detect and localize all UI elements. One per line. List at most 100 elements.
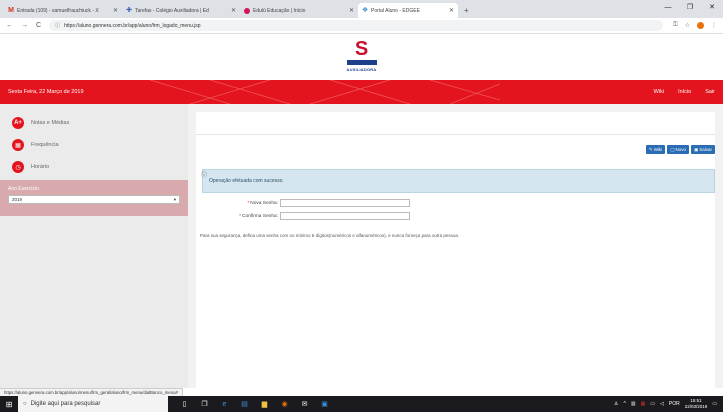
forward-icon[interactable]: →: [21, 22, 28, 29]
main-content: ✎ Wiki ▢ Novo ▣ Salvar ⓘ Operação efetua…: [188, 104, 723, 388]
minimize-icon[interactable]: —: [657, 0, 679, 18]
year-value: 2019: [12, 197, 23, 202]
inicio-link[interactable]: Início: [678, 89, 691, 95]
battery-icon[interactable]: ▭: [650, 401, 655, 407]
network-icon[interactable]: ▥: [631, 401, 636, 407]
system-tray: ♙ ^ ▥ ▦ ▭ ◁ POR 15:51 22/03/2019 ▭: [614, 398, 723, 410]
alert-message: Operação efetuada com sucesso.: [209, 178, 284, 184]
wiki-button[interactable]: ✎ Wiki: [645, 145, 666, 154]
confirm-password-row: *Confirma Senha:: [216, 212, 410, 220]
close-icon[interactable]: ✕: [349, 7, 354, 14]
volume-icon[interactable]: ◁: [660, 401, 664, 407]
tab-label: Edulú Educação | Início: [253, 7, 306, 14]
chrome-icon[interactable]: ◉: [280, 400, 289, 408]
tab-tarefas[interactable]: ✚ Tarefas - Colégio Auxiliadora | Ed ✕: [122, 3, 240, 18]
confirm-password-field[interactable]: [280, 212, 410, 220]
store-icon[interactable]: ▤: [240, 400, 249, 408]
school-logo: S AUXILIADORA: [342, 39, 382, 75]
profile-avatar[interactable]: [697, 22, 704, 29]
header-bar: Sexta Feira, 22 Março de 2019 Wiki Iníci…: [0, 80, 723, 104]
novo-button-label: Novo: [675, 147, 686, 152]
grades-icon: A+: [12, 117, 24, 129]
chevron-up-icon[interactable]: ^: [623, 401, 625, 407]
photos-icon[interactable]: ▣: [320, 400, 329, 408]
antivirus-icon[interactable]: ▦: [641, 401, 646, 407]
browser-tab-bar: M Entrada (109) - samuelfrauchiuck - X ✕…: [0, 0, 723, 18]
year-box: Ano Exercício 2019 ▾: [0, 180, 188, 216]
new-password-row: *Nova Senha:: [216, 199, 410, 207]
tab-edulu[interactable]: Edulú Educação | Início ✕: [240, 3, 358, 18]
tab-label: Tarefas - Colégio Auxiliadora | Ed: [135, 7, 209, 14]
windows-start-icon[interactable]: ⊞: [0, 396, 18, 412]
menu-icon[interactable]: ⋮: [711, 22, 717, 29]
taskbar-apps: ▯ ❐ e ▤ ▆ ◉ ✉ ▣: [180, 400, 329, 409]
wiki-button-label: Wiki: [653, 147, 663, 152]
salvar-button[interactable]: ▣ Salvar: [690, 145, 715, 154]
close-icon[interactable]: ✕: [231, 7, 236, 14]
close-window-icon[interactable]: ✕: [701, 0, 723, 18]
sidebar-item-notas[interactable]: A+ Notas e Médias: [0, 112, 188, 134]
new-document-icon: ▢: [670, 146, 675, 152]
info-icon: ⓘ: [201, 173, 208, 179]
sidebar-item-label: Notas e Médias: [31, 120, 70, 126]
reload-icon[interactable]: C: [36, 22, 41, 29]
wiki-icon: ✎: [648, 146, 653, 152]
info-icon[interactable]: ⓘ: [55, 22, 60, 29]
content-panel: ✎ Wiki ▢ Novo ▣ Salvar ⓘ Operação efetua…: [196, 112, 715, 388]
tab-label: Entrada (109) - samuelfrauchiuck - X: [17, 7, 99, 14]
maximize-icon[interactable]: ❐: [679, 0, 701, 18]
language-indicator[interactable]: POR: [669, 401, 680, 407]
close-icon[interactable]: ✕: [449, 7, 454, 14]
key-icon[interactable]: ⚿: [673, 22, 678, 29]
sidebar-item-horario[interactable]: ◷ Horário: [0, 156, 188, 178]
current-date: Sexta Feira, 22 Março de 2019: [8, 89, 84, 95]
gmail-icon: M: [8, 6, 14, 14]
password-hint: Para sua segurança, defina uma senha com…: [200, 233, 460, 238]
tab-gmail[interactable]: M Entrada (109) - samuelfrauchiuck - X ✕: [4, 3, 122, 18]
url-input[interactable]: ⓘ https://aluno.gennera.com.br/app/aluno…: [49, 20, 664, 31]
clock[interactable]: 15:51 22/03/2019: [685, 398, 708, 410]
microphone-icon[interactable]: ▯: [180, 400, 189, 408]
notification-icon[interactable]: ▭: [712, 401, 717, 407]
save-icon: ▣: [693, 146, 699, 152]
people-icon[interactable]: ♙: [614, 401, 618, 407]
search-placeholder: Digite aqui para pesquisar: [30, 401, 101, 407]
search-icon: ○: [23, 401, 27, 407]
new-password-field[interactable]: [280, 199, 410, 207]
logo-mark: S: [354, 38, 369, 60]
confirm-password-label: *Confirma Senha:: [239, 213, 278, 219]
new-tab-button[interactable]: +: [464, 6, 469, 15]
header-pattern: [150, 80, 500, 104]
browser-actions: ⚿ ☆ ⋮: [673, 22, 717, 29]
edge-icon[interactable]: e: [220, 401, 229, 408]
toolbar: ✎ Wiki ▢ Novo ▣ Salvar: [645, 145, 715, 154]
salvar-button-label: Salvar: [699, 147, 712, 152]
year-select[interactable]: 2019 ▾: [8, 195, 180, 204]
new-password-label: *Nova Senha:: [247, 200, 278, 206]
star-icon[interactable]: ☆: [685, 22, 690, 29]
novo-button[interactable]: ▢ Novo: [667, 145, 689, 154]
close-icon[interactable]: ✕: [113, 7, 118, 14]
task-view-icon[interactable]: ❐: [200, 400, 209, 408]
success-alert: ⓘ Operação efetuada com sucesso.: [201, 169, 715, 193]
edulu-icon: [244, 7, 250, 14]
file-explorer-icon[interactable]: ▆: [260, 400, 269, 408]
mail-icon[interactable]: ✉: [300, 400, 309, 408]
sidebar-item-frequencia[interactable]: ▦ Frequência: [0, 134, 188, 156]
taskbar-search-input[interactable]: ○ Digite aqui para pesquisar: [18, 396, 168, 412]
tab-portal-aluno[interactable]: ❖ Portal Aluno - EDGEE ✕: [358, 3, 458, 18]
tab-label: Portal Aluno - EDGEE: [371, 7, 420, 14]
taskbar: ⊞ ○ Digite aqui para pesquisar ▯ ❐ e ▤ ▆…: [0, 396, 723, 412]
back-icon[interactable]: ←: [6, 22, 13, 29]
header-links: Wiki Início Sair: [654, 89, 715, 95]
logo-band: [346, 60, 377, 65]
status-url: https://aluno.gennera.com.br/app/aluno/m…: [0, 388, 183, 396]
wiki-link[interactable]: Wiki: [654, 89, 664, 95]
window-controls: — ❐ ✕: [657, 0, 723, 18]
year-title: Ano Exercício: [8, 186, 39, 192]
sidebar-item-label: Frequência: [31, 142, 59, 148]
sidebar: A+ Notas e Médias ▦ Frequência ◷ Horário…: [0, 104, 188, 388]
logo-area: S AUXILIADORA: [0, 34, 723, 80]
calendar-icon: ▦: [12, 139, 24, 151]
sair-link[interactable]: Sair: [705, 89, 715, 95]
